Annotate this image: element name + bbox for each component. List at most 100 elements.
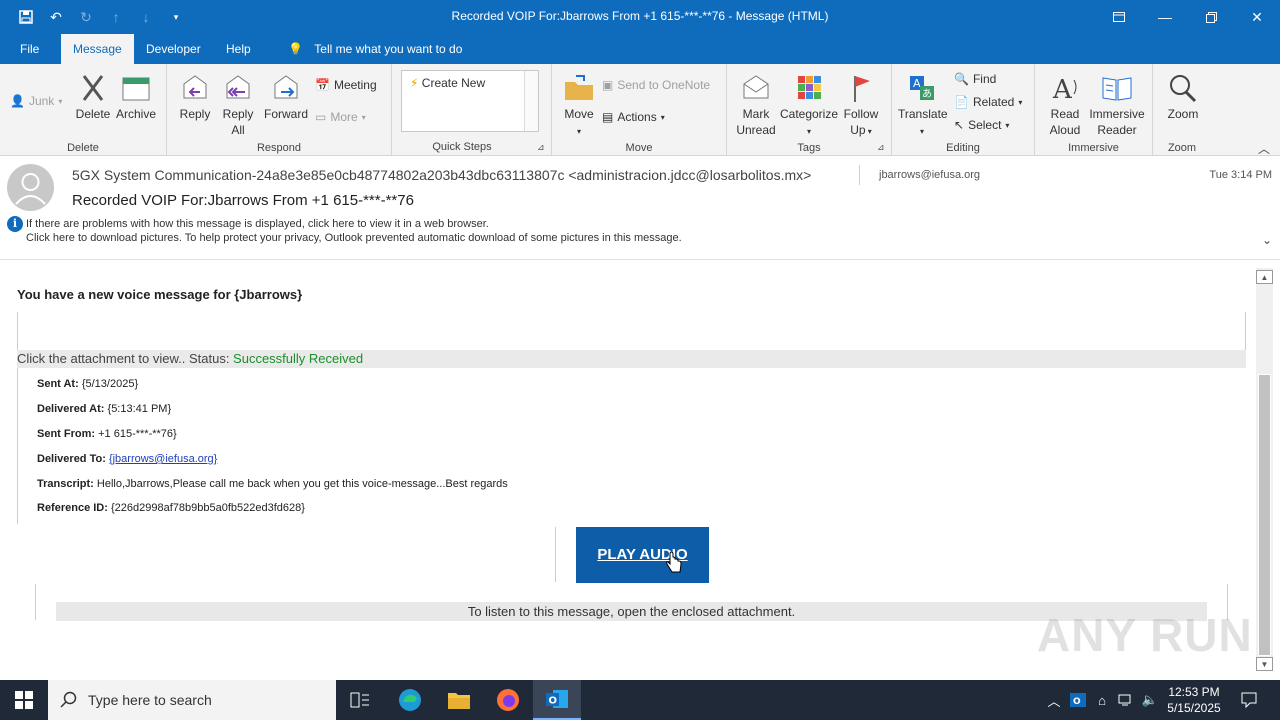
archive-button[interactable]: Archive	[114, 72, 158, 122]
read-aloud-button[interactable]: A Read Aloud	[1043, 72, 1087, 138]
field-delivered-at: Delivered At: {5:13:41 PM}	[37, 403, 172, 415]
mark-unread-button[interactable]: Mark Unread	[735, 72, 777, 138]
task-view-icon[interactable]	[336, 680, 384, 720]
ribbon: 👤 Junk ▾ Delete Archive Delete Reply Reply…	[0, 64, 1280, 156]
find-button[interactable]: 🔍 Find	[954, 72, 996, 86]
vertical-scrollbar[interactable]: ▲ ▼	[1256, 268, 1273, 671]
file-explorer-icon[interactable]	[435, 680, 483, 720]
play-audio-button[interactable]: PLAY AUDIO	[576, 527, 709, 583]
firefox-icon[interactable]	[484, 680, 532, 720]
network-icon[interactable]	[1116, 680, 1136, 720]
window-title: Recorded VOIP For:Jbarrows From +1 615-*…	[451, 9, 829, 23]
categorize-button[interactable]: Categorize ▾	[779, 72, 839, 140]
quick-step-create-new[interactable]: ⚡ Create New	[410, 76, 485, 90]
tell-me-box[interactable]: 💡 Tell me what you want to do	[276, 34, 474, 64]
move-group-label: Move	[625, 142, 653, 154]
tags-dialog-launcher-icon[interactable]: ⊿	[877, 142, 885, 153]
view-in-browser-infobar[interactable]: If there are problems with how this mess…	[26, 218, 489, 230]
notifications-icon[interactable]	[1236, 680, 1262, 720]
sender[interactable]: 5GX System Communication-24a8e3e85e0cb48…	[72, 167, 811, 183]
download-pictures-infobar[interactable]: Click here to download pictures. To help…	[26, 232, 682, 244]
ribbon-display-options-icon[interactable]	[1096, 0, 1142, 34]
tags-group-label: Tags	[797, 142, 821, 154]
status-value: Successfully Received	[233, 351, 364, 366]
recipient[interactable]: jbarrows@iefusa.org	[879, 169, 980, 181]
quick-steps-gallery[interactable]: ⚡ Create New	[401, 70, 539, 132]
respond-group-label: Respond	[256, 142, 302, 154]
follow-up-button[interactable]: Follow Up ▾	[841, 72, 881, 140]
delete-button[interactable]: Delete	[74, 72, 112, 122]
reply-all-icon	[226, 75, 250, 99]
related-button[interactable]: 📄 Related ▾	[954, 95, 1022, 109]
meeting-button[interactable]: 📅 Meeting	[315, 78, 377, 92]
archive-icon	[122, 77, 150, 101]
search-placeholder: Type here to search	[88, 692, 212, 708]
scroll-down-icon[interactable]: ▼	[1256, 657, 1273, 671]
content-frame	[17, 312, 1246, 352]
windows-start-icon[interactable]	[0, 680, 48, 720]
received-date: Tue 3:14 PM	[1209, 169, 1272, 181]
close-icon[interactable]: ✕	[1234, 0, 1280, 34]
collapse-ribbon-icon[interactable]: ︿	[1258, 140, 1270, 157]
more-respond-button[interactable]: ▭ More ▾	[315, 110, 366, 124]
select-button[interactable]: ↖ Select ▾	[954, 118, 1009, 132]
send-to-onenote-button[interactable]: ▣ Send to OneNote	[602, 78, 710, 92]
scroll-thumb[interactable]	[1258, 374, 1271, 656]
outlook-tray-icon[interactable]: O	[1068, 680, 1088, 720]
clock[interactable]: 12:53 PM 5/15/2025	[1162, 684, 1226, 716]
field-delivered-to: Delivered To: {jbarrows@iefusa.org}	[37, 453, 218, 465]
translate-icon: Aあ	[910, 76, 934, 100]
field-sent-at: Sent At: {5/13/2025}	[37, 378, 139, 390]
watermark: ANY RUN	[1037, 609, 1253, 661]
quick-steps-group-label: Quick Steps	[432, 141, 492, 153]
more-icon: ▭	[315, 110, 327, 124]
clock-time: 12:53 PM	[1168, 685, 1220, 699]
quick-steps-dialog-launcher-icon[interactable]: ⊿	[537, 142, 545, 153]
actions-button[interactable]: ▤ Actions ▾	[602, 110, 665, 124]
header-divider	[859, 165, 860, 185]
tab-developer[interactable]: Developer	[134, 34, 213, 64]
listen-note: To listen to this message, open the encl…	[56, 602, 1207, 621]
svg-text:O: O	[549, 696, 558, 707]
mark-unread-icon	[743, 75, 769, 99]
tab-file[interactable]: File	[8, 34, 51, 64]
junk-button[interactable]: 👤 Junk ▾	[10, 94, 62, 108]
zoom-group-label: Zoom	[1167, 142, 1197, 154]
show-hidden-icons-icon[interactable]: ︿	[1044, 680, 1064, 720]
maximize-icon[interactable]	[1188, 0, 1234, 34]
window-controls: — ✕	[1096, 0, 1280, 34]
voicemail-headline: You have a new voice message for {Jbarro…	[17, 287, 303, 302]
status-prefix: Click the attachment to view.. Status:	[17, 351, 234, 366]
taskbar: Type here to search O ︿ O ⌂ 🔈 12:53 PM 5…	[0, 680, 1280, 720]
taskbar-search[interactable]: Type here to search	[48, 680, 336, 720]
flag-icon	[854, 76, 870, 102]
zoom-button[interactable]: Zoom	[1163, 72, 1203, 122]
delivered-to-link[interactable]: {jbarrows@iefusa.org}	[109, 453, 217, 465]
lightbulb-icon: 💡	[288, 42, 303, 56]
scroll-up-icon[interactable]: ▲	[1256, 270, 1273, 284]
edge-icon[interactable]	[386, 680, 434, 720]
minimize-icon[interactable]: —	[1142, 0, 1188, 34]
immersive-reader-button[interactable]: Immersive Reader	[1087, 72, 1147, 138]
reply-button[interactable]: Reply	[177, 72, 213, 122]
device-icon[interactable]: ⌂	[1092, 680, 1112, 720]
tab-help[interactable]: Help	[214, 34, 263, 64]
tell-me-label: Tell me what you want to do	[314, 42, 463, 56]
svg-text:O: O	[1073, 697, 1081, 707]
translate-button[interactable]: Aあ Translate ▾	[898, 72, 948, 140]
magnifier-icon	[1170, 75, 1197, 103]
quick-steps-scrollbar[interactable]	[524, 71, 538, 131]
actions-icon: ▤	[602, 110, 614, 124]
forward-button[interactable]: Forward	[263, 72, 309, 122]
sender-avatar[interactable]	[7, 164, 54, 211]
chevron-down-icon[interactable]: ⌄	[1262, 233, 1272, 247]
info-icon: i	[7, 216, 23, 232]
move-button[interactable]: Move ▾	[560, 72, 598, 140]
reply-all-button[interactable]: Reply All	[219, 72, 257, 138]
delete-group: 👤 Junk ▾ Delete Archive Delete	[0, 64, 167, 156]
volume-icon[interactable]: 🔈	[1140, 680, 1160, 720]
title-bar: ↶ ↻ ↑ ↓ ▾ Recorded VOIP For:Jbarrows Fro…	[0, 0, 1280, 34]
lightning-icon: ⚡	[410, 76, 419, 90]
tab-message[interactable]: Message	[61, 34, 134, 64]
outlook-taskbar-icon[interactable]: O	[533, 680, 581, 720]
